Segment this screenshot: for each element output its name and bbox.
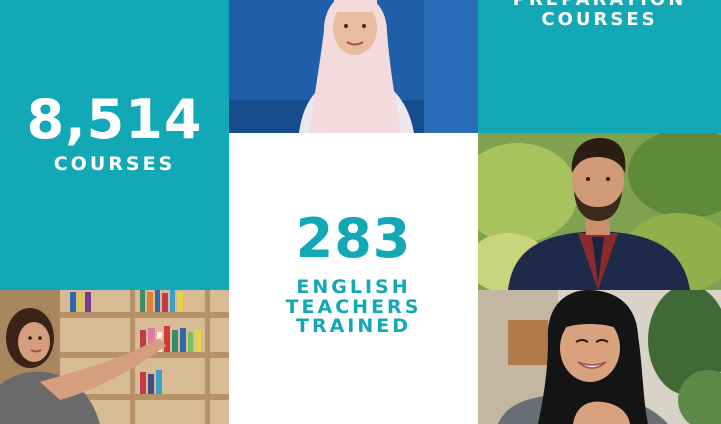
courses-label: COURSES — [53, 153, 176, 176]
teachers-label-line3: TRAINED — [295, 315, 412, 338]
teacher-photo-bottom-right-woman-hijab — [478, 290, 721, 424]
preparation-label-line2: COURSES — [541, 9, 658, 30]
preparation-stat-tile: PREPARATION COURSES — [478, 0, 721, 133]
teachers-label-line1: ENGLISH — [296, 275, 411, 298]
courses-stat-tile: 8,514 COURSES — [0, 0, 229, 290]
teacher-photo-bottom-left-woman-bookshelf — [0, 290, 229, 424]
teachers-label-line2: TEACHERS — [285, 295, 422, 318]
student-photo-top-center — [229, 0, 478, 133]
teacher-photo-right-man — [478, 133, 721, 290]
teachers-count: 283 — [295, 206, 412, 270]
courses-count: 8,514 — [26, 88, 203, 152]
teachers-stat-tile: 283 ENGLISH TEACHERS TRAINED — [229, 133, 478, 424]
